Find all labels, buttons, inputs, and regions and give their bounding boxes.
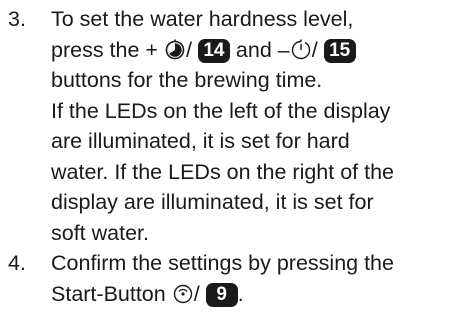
separator: / xyxy=(311,37,318,62)
text-fragment: and – xyxy=(235,37,290,62)
text-line: buttons for the brewing time. xyxy=(51,68,323,92)
button-badge-14: 14 xyxy=(197,38,230,63)
text-line: Confirm the settings by pressing the xyxy=(51,251,394,275)
button-badge-15: 15 xyxy=(323,38,356,63)
separator: / xyxy=(193,281,200,306)
timer-outline-icon xyxy=(290,39,312,61)
text-fragment: Start-Button xyxy=(51,281,166,306)
text-line: If the LEDs on the left of the display xyxy=(51,98,391,123)
text-line: To set the water hardness level, xyxy=(51,7,354,31)
text-line: soft water. xyxy=(51,220,149,245)
text-line: display are illuminated, it is set for xyxy=(51,190,374,214)
button-badge-9: 9 xyxy=(205,282,238,307)
separator: / xyxy=(185,37,192,62)
text-line: are illuminated, it is set for hard xyxy=(51,129,350,153)
text-line: Start-Button / 9. xyxy=(51,279,448,310)
text-fragment: . xyxy=(237,281,244,306)
start-button-icon xyxy=(172,283,194,305)
text-line: press the + / 14 and – / 15 xyxy=(51,35,448,66)
step-text: Confirm the settings by pressing the Sta… xyxy=(51,248,448,309)
text-line: water. If the LEDs on the right of the xyxy=(51,159,395,184)
instruction-page: 3. To set the water hardness level, pres… xyxy=(0,0,456,318)
step-text: To set the water hardness level, press t… xyxy=(51,4,448,248)
step-number: 4. xyxy=(8,251,26,275)
text-fragment: press the + xyxy=(51,37,158,62)
step-number: 3. xyxy=(8,7,26,31)
timer-filled-icon xyxy=(164,39,186,61)
